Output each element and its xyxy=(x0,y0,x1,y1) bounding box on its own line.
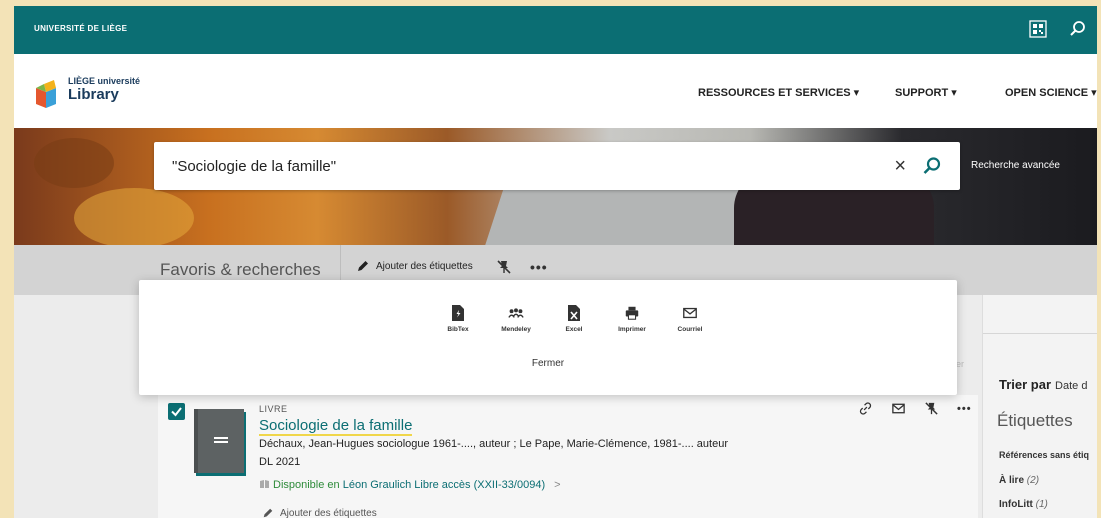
excel-file-icon xyxy=(568,305,580,321)
search-input[interactable]: "Sociologie de la famille" xyxy=(172,158,336,175)
book-cover-icon[interactable] xyxy=(194,409,244,473)
close-popup-button[interactable]: Fermer xyxy=(139,358,957,369)
export-bibtex-button[interactable]: BibTex xyxy=(429,304,487,333)
export-options: BibTex Mendeley Excel Imprimer Courriel xyxy=(429,304,719,333)
top-bar: UNIVERSITÉ DE LIÈGE xyxy=(14,6,1097,54)
clear-search-button[interactable]: × xyxy=(894,156,906,176)
university-link[interactable]: UNIVERSITÉ DE LIÈGE xyxy=(34,24,127,33)
availability-location: Léon Graulich Libre accès (XXII-33/0094) xyxy=(342,479,546,491)
result-title-link[interactable]: Sociologie de la famille xyxy=(259,417,413,436)
unpin-icon[interactable] xyxy=(496,259,512,275)
app-frame: UNIVERSITÉ DE LIÈGE LIÈGE université Lib… xyxy=(14,6,1097,518)
logo-line-2: Library xyxy=(68,86,119,103)
result-checkbox[interactable] xyxy=(168,403,185,420)
tag-count: (2) xyxy=(1026,475,1040,486)
link-icon[interactable] xyxy=(858,401,873,416)
tags-heading: Étiquettes xyxy=(997,411,1073,430)
sort-value: Date d xyxy=(1055,380,1088,392)
export-excel-button[interactable]: Excel xyxy=(545,304,603,333)
advanced-search-link[interactable]: Recherche avancée xyxy=(971,160,1060,171)
export-mendeley-label: Mendeley xyxy=(501,326,531,333)
card-add-tags-button[interactable]: Ajouter des étiquettes xyxy=(262,507,377,518)
print-label: Imprimer xyxy=(618,326,646,333)
panel-divider xyxy=(983,333,1097,334)
search-icon[interactable] xyxy=(922,156,942,176)
mendeley-icon xyxy=(508,308,524,318)
hero-bokeh xyxy=(74,188,194,245)
library-logo[interactable]: LIÈGE université Library xyxy=(34,74,144,110)
page-title: Favoris & recherches xyxy=(160,260,321,279)
print-button[interactable]: Imprimer xyxy=(603,304,661,333)
sort-label: Trier par xyxy=(999,377,1052,392)
logo-mark-icon xyxy=(36,80,56,108)
availability-status: Disponible en xyxy=(273,479,340,491)
printer-icon xyxy=(625,306,639,320)
availability-link[interactable]: Disponible en Léon Graulich Libre accès … xyxy=(259,479,561,491)
search-box: "Sociologie de la famille" × xyxy=(154,142,960,190)
export-popup: BibTex Mendeley Excel Imprimer Courriel … xyxy=(139,280,957,395)
chevron-right-icon: > xyxy=(554,479,561,491)
card-actions: ••• xyxy=(858,401,972,416)
hero-banner: "Sociologie de la famille" × Recherche a… xyxy=(14,128,1097,245)
nav-open-science[interactable]: OPEN SCIENCE ▾ xyxy=(1005,86,1097,99)
bibtex-file-icon xyxy=(452,305,464,321)
tag-filter-infolitt[interactable]: InfoLitt (1) xyxy=(999,499,1048,510)
tag-count: (1) xyxy=(1035,499,1048,510)
nav-ressources-services[interactable]: RESSOURCES ET SERVICES ▾ xyxy=(698,86,859,99)
unpin-icon[interactable] xyxy=(924,401,939,416)
email-export-button[interactable]: Courriel xyxy=(661,304,719,333)
book-open-icon xyxy=(260,480,269,488)
result-type: LIVRE xyxy=(259,404,288,414)
result-date: DL 2021 xyxy=(259,456,301,468)
more-actions-button[interactable]: ••• xyxy=(530,259,548,275)
email-icon xyxy=(683,307,697,319)
logo-line-1: LIÈGE université xyxy=(68,76,141,86)
pencil-icon xyxy=(358,261,368,271)
main-nav: LIÈGE université Library RESSOURCES ET S… xyxy=(14,54,1097,128)
email-icon[interactable] xyxy=(891,401,906,416)
qr-code-icon[interactable] xyxy=(1029,20,1047,38)
result-card[interactable]: LIVRE Sociologie de la famille Déchaux, … xyxy=(158,395,978,518)
export-excel-label: Excel xyxy=(565,326,583,333)
add-tags-label: Ajouter des étiquettes xyxy=(376,260,473,272)
hero-bokeh xyxy=(34,138,114,188)
nav-support[interactable]: SUPPORT ▾ xyxy=(895,86,957,99)
sort-control[interactable]: Trier par Date d xyxy=(999,377,1087,392)
search-icon[interactable] xyxy=(1069,20,1087,38)
export-mendeley-button[interactable]: Mendeley xyxy=(487,304,545,333)
check-icon xyxy=(171,407,182,417)
tag-label: À lire xyxy=(999,475,1025,486)
tag-label: InfoLitt xyxy=(999,499,1033,510)
add-tags-button[interactable]: Ajouter des étiquettes xyxy=(356,259,473,273)
result-authors: Déchaux, Jean-Hugues sociologue 1961-...… xyxy=(259,438,728,450)
tag-filter-a-lire[interactable]: À lire (2) xyxy=(999,475,1039,486)
export-bibtex-label: BibTex xyxy=(447,326,469,333)
email-label: Courriel xyxy=(677,326,703,333)
card-more-button[interactable]: ••• xyxy=(957,403,972,415)
card-add-tags-label: Ajouter des étiquettes xyxy=(280,507,377,518)
tag-label: Références sans étiq xyxy=(999,450,1090,460)
pencil-icon xyxy=(263,508,273,518)
tag-filter-untagged[interactable]: Références sans étiq xyxy=(999,450,1089,460)
